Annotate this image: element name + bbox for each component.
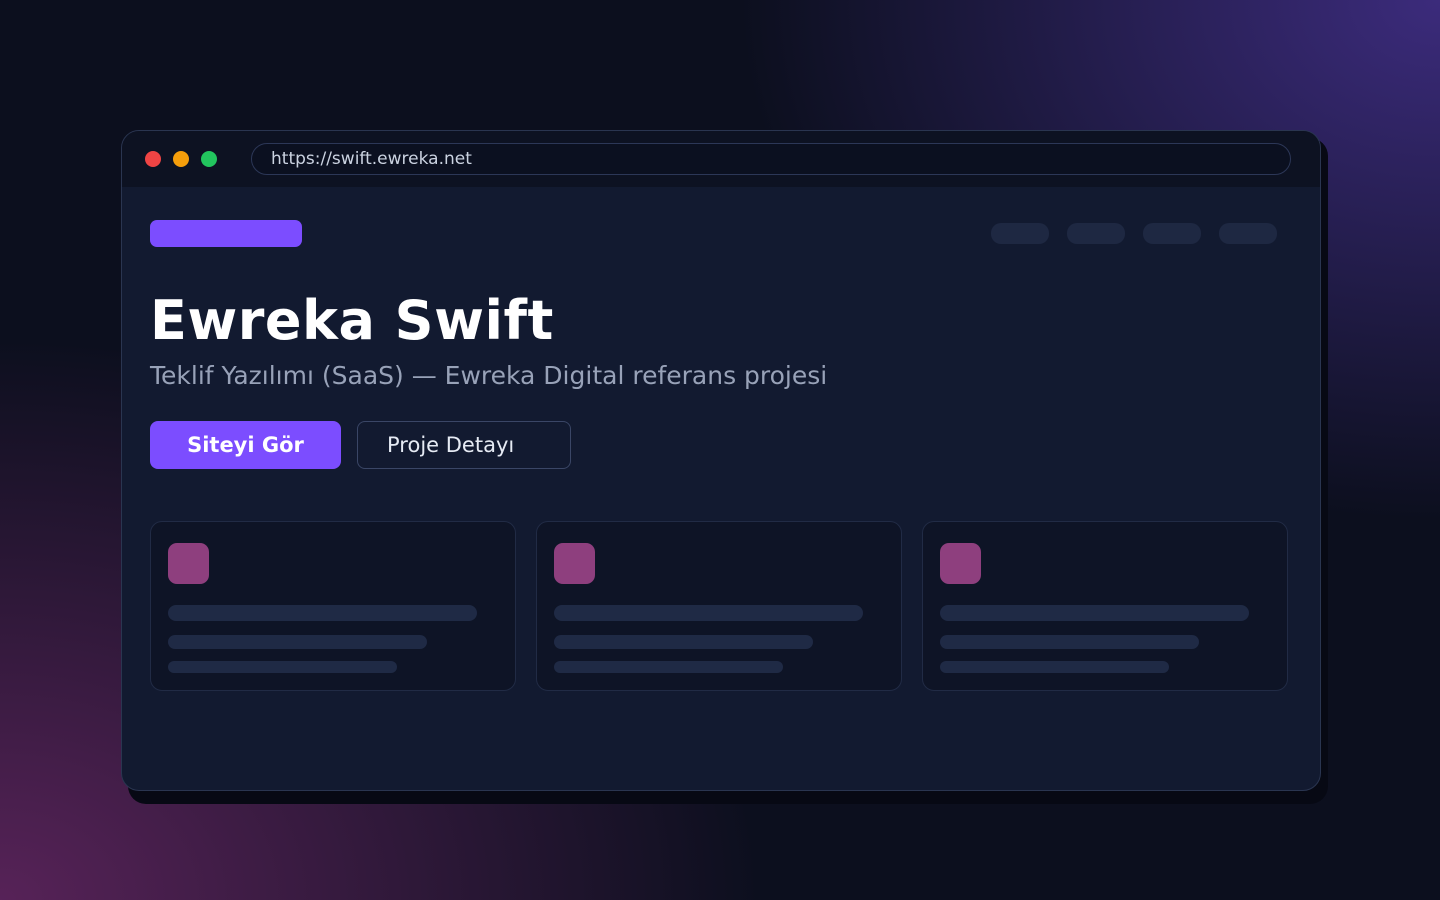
feature-card [150,521,516,691]
hero-title: Ewreka Swift [150,289,554,352]
card-text-placeholder [554,605,863,621]
logo-placeholder [150,220,302,247]
view-site-button[interactable]: Siteyi Gör [150,421,341,469]
nav-link-placeholder[interactable] [991,223,1049,244]
card-text-placeholder [168,605,477,621]
card-text-placeholder [940,661,1169,673]
minimize-window-icon[interactable] [173,151,189,167]
close-window-icon[interactable] [145,151,161,167]
card-text-placeholder [940,605,1249,621]
card-icon-placeholder [940,543,981,584]
card-text-placeholder [168,635,427,649]
card-icon-placeholder [168,543,209,584]
project-details-button[interactable]: Proje Detayı [357,421,571,469]
address-bar-url: https://swift.ewreka.net [271,149,472,169]
feature-card [536,521,902,691]
card-text-placeholder [554,661,783,673]
browser-window: https://swift.ewreka.net Ewreka Swift Te… [121,130,1321,791]
address-bar[interactable]: https://swift.ewreka.net [251,143,1291,175]
card-icon-placeholder [554,543,595,584]
maximize-window-icon[interactable] [201,151,217,167]
browser-titlebar: https://swift.ewreka.net [122,131,1320,187]
hero-subtitle: Teklif Yazılımı (SaaS) — Ewreka Digital … [150,361,828,390]
card-text-placeholder [168,661,397,673]
feature-card [922,521,1288,691]
card-text-placeholder [940,635,1199,649]
nav-link-placeholder[interactable] [1143,223,1201,244]
nav-link-placeholder[interactable] [1219,223,1277,244]
nav-link-placeholder[interactable] [1067,223,1125,244]
card-text-placeholder [554,635,813,649]
